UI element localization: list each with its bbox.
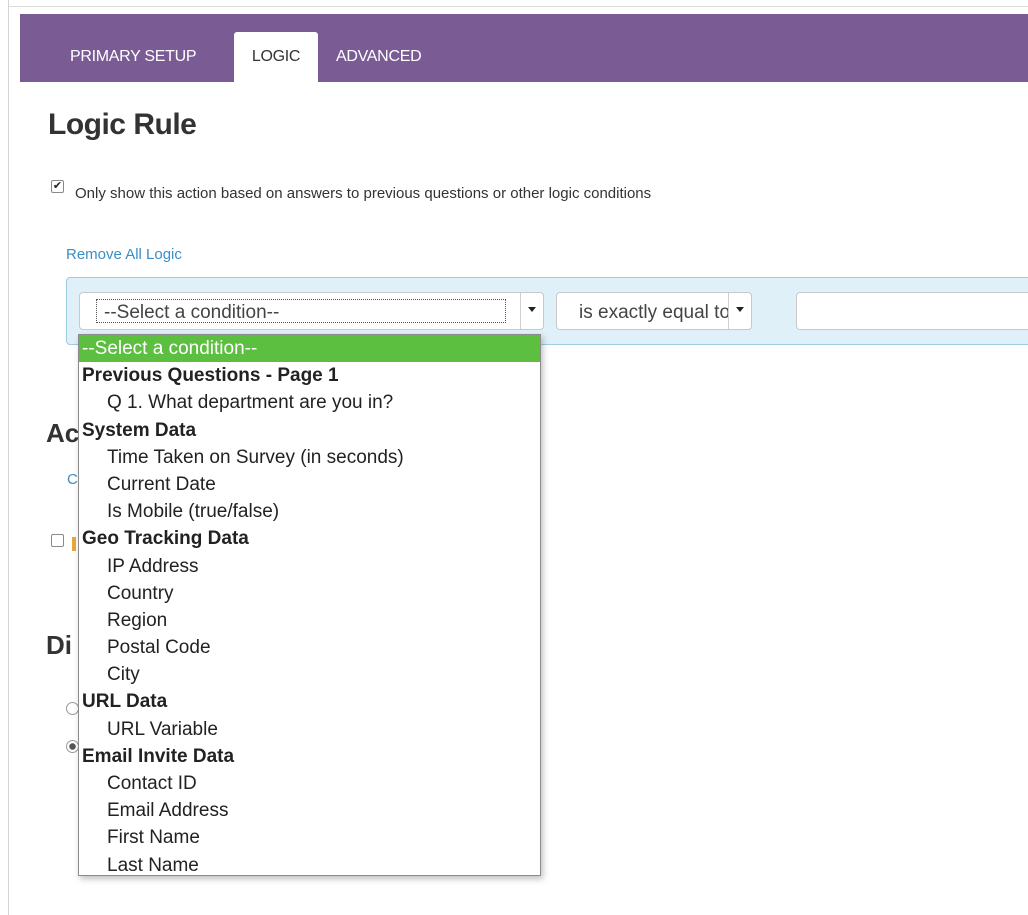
operator-select-value: is exactly equal to	[579, 302, 731, 323]
dropdown-option: Geo Tracking Data	[82, 528, 249, 550]
dropdown-option[interactable]: Region	[79, 607, 540, 634]
condition-select-arrow[interactable]	[520, 293, 543, 329]
dropdown-option: Email Invite Data	[82, 745, 235, 767]
tab-header: PRIMARY SETUP LOGIC ADVANCED	[20, 14, 1028, 82]
value-input[interactable]	[796, 292, 1028, 330]
dropdown-option[interactable]: Postal Code	[79, 634, 540, 661]
tab-logic[interactable]: LOGIC	[234, 32, 318, 82]
dropdown-option[interactable]: City	[79, 661, 540, 688]
chevron-down-icon	[528, 307, 536, 312]
window-top-border	[8, 6, 1028, 7]
dropdown-option[interactable]: First Name	[79, 824, 540, 851]
page-title: Logic Rule	[48, 108, 197, 141]
condition-select[interactable]: --Select a condition--	[79, 292, 544, 330]
dropdown-option[interactable]: Q 1. What department are you in?	[79, 389, 540, 416]
logic-enable-checkbox[interactable]: ✔	[51, 180, 64, 193]
section-link-partial[interactable]: C	[67, 471, 78, 488]
operator-select[interactable]: is exactly equal to	[556, 292, 752, 330]
dropdown-option[interactable]: Country	[79, 580, 540, 607]
option-checkbox[interactable]	[51, 534, 64, 547]
dropdown-option[interactable]: URL Variable	[79, 716, 540, 743]
dropdown-option[interactable]: Time Taken on Survey (in seconds)	[79, 444, 540, 471]
remove-all-logic-link[interactable]: Remove All Logic	[66, 246, 182, 263]
tab-advanced[interactable]: ADVANCED	[336, 32, 422, 82]
window-left-border	[8, 0, 9, 915]
dropdown-option[interactable]: Email Address	[79, 797, 540, 824]
chevron-down-icon	[736, 307, 744, 312]
dropdown-option[interactable]: --Select a condition--	[79, 335, 540, 363]
dropdown-option: URL Data	[82, 691, 168, 713]
dropdown-option[interactable]: Last Name	[79, 852, 540, 875]
dropdown-option: System Data	[82, 419, 197, 441]
dropdown-option[interactable]: IP Address	[79, 553, 540, 580]
section-heading-partial-2: Di	[46, 630, 72, 660]
logic-enable-label: Only show this action based on answers t…	[75, 185, 652, 202]
section-heading-partial: Ac	[46, 418, 80, 448]
checkmark-icon: ✔	[52, 180, 63, 192]
dropdown-option[interactable]: Contact ID	[79, 770, 540, 797]
tab-primary-setup[interactable]: PRIMARY SETUP	[70, 32, 197, 82]
option-label-partial	[72, 537, 76, 551]
operator-select-arrow[interactable]	[728, 293, 751, 329]
dropdown-option: Previous Questions - Page 1	[82, 365, 339, 387]
dropdown-option[interactable]: Is Mobile (true/false)	[79, 498, 540, 525]
dropdown-option[interactable]: Current Date	[79, 471, 540, 498]
condition-dropdown-list[interactable]: --Select a condition-- Previous Question…	[78, 334, 541, 876]
condition-select-value: --Select a condition--	[104, 302, 280, 323]
